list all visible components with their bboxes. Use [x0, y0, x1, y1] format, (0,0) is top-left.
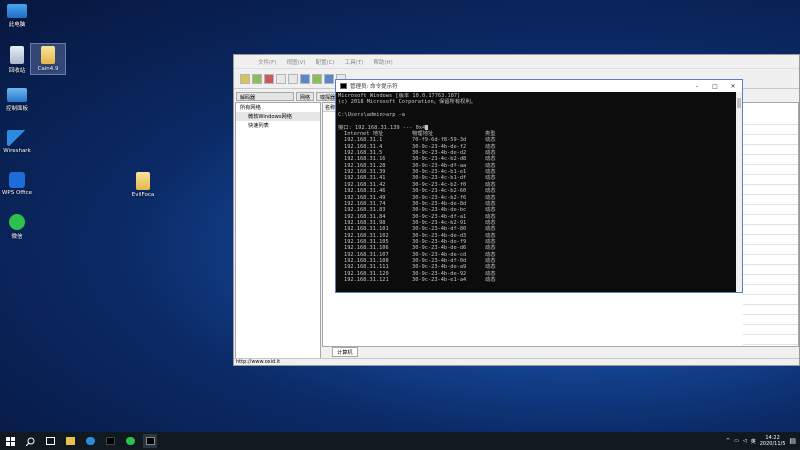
- cain-statusbar: http://www.oxid.it: [234, 358, 799, 365]
- edge-icon[interactable]: [83, 434, 97, 448]
- tree-node-all-networks[interactable]: 所有网络: [236, 103, 320, 112]
- taskbar: ^ ▭ ◁ 英 14:22 2020/11/5 ▤: [0, 432, 800, 450]
- text-cursor: [425, 124, 429, 130]
- desktop-icon-label: Wireshark: [3, 148, 31, 154]
- wechat-taskbar-icon[interactable]: [123, 434, 137, 448]
- desktop-icon-label: 微信: [11, 234, 23, 240]
- arp-ip: 192.168.31.121: [344, 276, 389, 283]
- windows-logo-icon: [5, 436, 15, 446]
- key-icon[interactable]: [300, 73, 310, 84]
- list-grid: [743, 115, 798, 345]
- task-view-icon[interactable]: [43, 434, 57, 448]
- tab-decoders[interactable]: 解码器: [236, 92, 294, 101]
- wireshark-fin-icon: [7, 130, 27, 146]
- menu-help[interactable]: 帮助(H): [373, 58, 392, 66]
- desktop-icon-label: 控制面板: [5, 106, 28, 112]
- tab-network[interactable]: 网络: [296, 92, 315, 101]
- cmd-taskbar-icon[interactable]: [143, 434, 157, 448]
- monitor-icon: [7, 4, 27, 18]
- desktop-icon-label: Cain4.9: [37, 66, 59, 72]
- cmd-window: 管理员: 命令提示符 – □ ✕ Microsoft Windows [版本 1…: [335, 79, 743, 293]
- start-button[interactable]: [3, 434, 17, 448]
- tab-computers[interactable]: 计算机: [332, 347, 358, 357]
- menu-config[interactable]: 配置(C): [316, 58, 335, 66]
- desktop-icon-wechat[interactable]: 微信: [0, 214, 34, 240]
- menu-view[interactable]: 视图(V): [286, 58, 305, 66]
- menu-file[interactable]: 文件(F): [258, 58, 276, 66]
- start-sniffer-icon[interactable]: [252, 73, 262, 84]
- arp-table-row: 192.168.31.121 30-9c-23-4b-e1-a4 动态: [338, 277, 735, 283]
- arp-type: 动态: [485, 276, 496, 283]
- system-tray: ^ ▭ ◁ 英 14:22 2020/11/5 ▤: [726, 435, 800, 447]
- desktop-icon-recycle-bin[interactable]: 回收站: [0, 46, 34, 74]
- clock[interactable]: 14:22 2020/11/5: [760, 435, 786, 447]
- desktop-icon-label: WPS Office: [1, 190, 33, 196]
- interface-text: 接口: 192.168.31.139 --- 0x4: [338, 124, 426, 131]
- folder-icon: [41, 46, 55, 64]
- desktop-icon-label: 此电脑: [8, 22, 26, 28]
- search-icon[interactable]: [23, 434, 37, 448]
- network-tree: 所有网络 微软Windows网络 快速列表: [235, 102, 321, 360]
- scroll-thumb[interactable]: [737, 98, 741, 108]
- desktop-icon-label: EvilFoca: [131, 192, 155, 198]
- network-icon[interactable]: [324, 73, 334, 84]
- cmd-title: 管理员: 命令提示符: [350, 84, 398, 90]
- input-language[interactable]: 英: [751, 438, 756, 445]
- folder-icon: [136, 172, 150, 190]
- menu-tools[interactable]: 工具(T): [345, 58, 364, 66]
- window-controls: – □ ✕: [688, 83, 742, 90]
- cmd-titlebar[interactable]: 管理员: 命令提示符 – □ ✕: [336, 80, 742, 92]
- close-icon[interactable]: ✕: [724, 83, 742, 90]
- up-arrow-icon[interactable]: ^: [726, 438, 730, 444]
- arp-table-body: 192.168.31.1 70-f9-6d-f8-59-3d 动态 192.168.3…: [338, 137, 735, 283]
- network-icon[interactable]: ▭: [734, 438, 739, 444]
- desktop-icon-cain[interactable]: Cain4.9: [30, 43, 66, 75]
- maximize-icon[interactable]: □: [706, 83, 724, 90]
- open-icon[interactable]: [240, 73, 250, 84]
- cmd-output[interactable]: Microsoft Windows [版本 10.0.17763.107] (c…: [338, 93, 735, 291]
- desktop-icon-evilfoca[interactable]: EvilFoca: [126, 172, 160, 198]
- desktop-icon-wps-office[interactable]: WPS Office: [0, 172, 34, 196]
- arp-mac: 30-9c-23-4b-e1-a4: [412, 276, 467, 283]
- desktop-icon-wireshark[interactable]: Wireshark: [0, 130, 34, 154]
- notification-icon[interactable]: ▤: [789, 437, 796, 445]
- clock-date: 2020/11/5: [759, 441, 786, 447]
- cmd-icon: [340, 83, 347, 89]
- grid-icon[interactable]: [276, 73, 286, 84]
- cain-menubar: 文件(F) 视图(V) 配置(C) 工具(T) 帮助(H): [234, 55, 799, 69]
- tree-node-quick-list[interactable]: 快速列表: [236, 121, 320, 130]
- file-explorer-icon[interactable]: [63, 434, 77, 448]
- desktop-icon-this-pc[interactable]: 此电脑: [0, 4, 34, 28]
- wechat-icon: [9, 214, 25, 230]
- recycle-bin-icon: [10, 46, 24, 64]
- tree-node-ms-windows-network[interactable]: 微软Windows网络: [236, 112, 320, 121]
- desktop-icon-control-panel[interactable]: 控制面板: [0, 88, 34, 112]
- wps-icon: [9, 172, 25, 188]
- cmd-scrollbar[interactable]: [736, 92, 742, 292]
- start-arp-icon[interactable]: [264, 73, 274, 84]
- plus-icon[interactable]: [312, 73, 322, 84]
- app-black-icon[interactable]: [103, 434, 117, 448]
- minimize-icon[interactable]: –: [688, 83, 706, 90]
- volume-icon[interactable]: ◁: [743, 438, 747, 444]
- control-panel-icon: [7, 88, 27, 102]
- table-icon[interactable]: [288, 73, 298, 84]
- desktop-icon-label: 回收站: [8, 68, 26, 74]
